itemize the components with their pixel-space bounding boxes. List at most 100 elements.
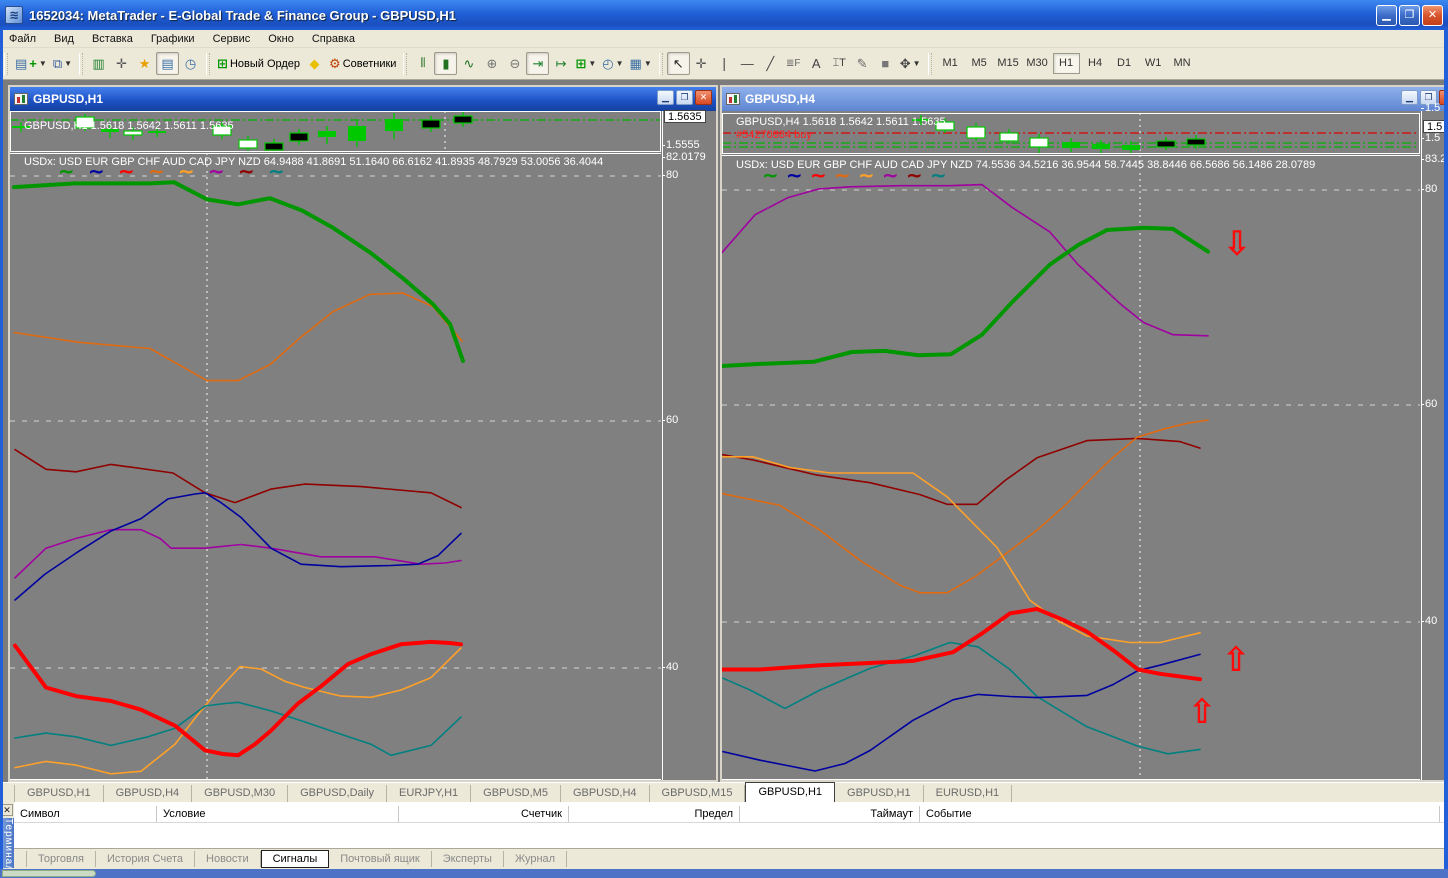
chart-minimize-button[interactable]: ▁ [1401,90,1418,105]
menu-item-4[interactable]: Графики [142,31,204,47]
data-window-button[interactable]: ✛ [110,52,133,75]
timeframe-button-d1[interactable]: D1 [1111,53,1138,74]
menu-item-2[interactable]: Вид [45,31,83,47]
chart-tab-2[interactable]: GBPUSD,H4 [104,785,193,802]
new-chart-button[interactable]: ▤+▼ [12,52,50,75]
chart-tab-3[interactable]: GBPUSD,M30 [192,785,288,802]
title-bar[interactable]: ≋ 1652034: MetaTrader - E-Global Trade &… [0,0,1448,30]
navigator-button[interactable]: ★ [133,52,156,75]
arrows-button[interactable]: ✥▼ [897,52,924,75]
menu-item-6[interactable]: Окно [259,31,303,47]
chart-title-bar[interactable]: GBPUSD,H1 ▁ ❐ ✕ [10,87,716,111]
scale-tick: 80 [666,169,678,182]
strategy-tester-button[interactable]: ◷ [179,52,202,75]
terminal-panel-button[interactable]: ▤ [156,52,179,75]
ohlc-readout: GBPUSD,H4 1.5618 1.5642 1.5611 1.5635 [736,116,946,128]
chart-title-bar[interactable]: GBPUSD,H4 ▁ ❐ ✕ [722,87,1448,111]
chart-tab-4[interactable]: GBPUSD,Daily [288,785,387,802]
menu-item-7[interactable]: Справка [303,31,364,47]
terminal-column-6[interactable]: Событие [920,806,1440,822]
terminal-tab-5[interactable]: Почтовый ящик [329,851,431,867]
indicator-plot[interactable]: ∼∼∼∼∼∼∼∼⇩⇧⇧ [722,155,1420,780]
metaeditor-button[interactable]: ◆ [303,52,326,75]
new-order-button[interactable]: ⊞Новый Ордер [214,52,303,75]
expert-advisors-button[interactable]: ⚙Советники [326,52,399,75]
timeframe-button-h1[interactable]: H1 [1053,53,1080,74]
window-frame-right [1444,30,1448,870]
terminal-tab-2[interactable]: История Счета [96,851,195,867]
chart-shift-button[interactable]: ↦ [549,52,572,75]
signal-arrow-down: ⇩ [1223,225,1252,263]
terminal-column-4[interactable]: Предел [569,806,740,822]
window-frame-left [0,30,3,870]
candlestick-chart-button[interactable]: ▮ [434,52,457,75]
line-chart-button[interactable]: ∿ [457,52,480,75]
metatrader-window: ≋ 1652034: MetaTrader - E-Global Trade &… [0,0,1448,878]
taskbar-button[interactable] [2,870,96,877]
zoom-out-button[interactable]: ⊖ [503,52,526,75]
indicators-button[interactable]: ⊞▼ [572,52,599,75]
usdx-indicator-readout: USDx: USD EUR GBP CHF AUD CAD JPY NZD 74… [736,159,1315,171]
periods-button[interactable]: ◴▼ [599,52,626,75]
chart-profiles-button[interactable]: ⧉▼ [50,52,75,75]
maximize-button[interactable]: ❐ [1399,5,1420,26]
trendline-button[interactable]: ╱ [759,52,782,75]
timeframe-button-mn[interactable]: MN [1169,53,1196,74]
chart-close-button[interactable]: ✕ [695,90,712,105]
terminal-column-3[interactable]: Счетчик [399,806,569,822]
terminal-tab-7[interactable]: Журнал [504,851,567,867]
bar-chart-button[interactable]: ⫼ [411,52,434,75]
minimize-button[interactable]: ▁ [1376,5,1397,26]
terminal-column-5[interactable]: Таймаут [740,806,920,822]
cursor-button[interactable]: ↖ [667,52,690,75]
menu-item-1[interactable]: Файл [0,31,45,47]
crosshair-button[interactable]: ✛ [690,52,713,75]
chart-tab-7[interactable]: GBPUSD,H4 [561,785,650,802]
menu-bar: ФайлВидВставкаГрафикиСервисОкноСправка [0,30,1448,48]
timeframe-button-m1[interactable]: M1 [937,53,964,74]
chart-tab-9[interactable]: GBPUSD,H1 [745,782,835,803]
indicator-plot[interactable]: ∼∼∼∼∼∼∼∼ [10,153,661,780]
taskbar-sliver [0,869,1448,878]
draw-tool-button[interactable]: ✎ [851,52,874,75]
mdi-area: GBPUSD,H1 ▁ ❐ ✕ ∼∼∼∼∼∼∼∼ GBPUSD,H1 1.561… [0,80,1448,782]
terminal-column-2[interactable]: Условие [157,806,399,822]
timeframe-button-h4[interactable]: H4 [1082,53,1109,74]
chart-tab-11[interactable]: EURUSD,H1 [924,785,1013,802]
chart-tab-8[interactable]: GBPUSD,M15 [650,785,746,802]
terminal-column-1[interactable]: Символ [14,806,157,822]
vertical-line-button[interactable]: ❘ [713,52,736,75]
menu-item-5[interactable]: Сервис [204,31,260,47]
chart-tab-1[interactable]: GBPUSD,H1 [14,785,104,802]
order-line-label: #54270884 buy [736,129,812,141]
timeframe-button-w1[interactable]: W1 [1140,53,1167,74]
scale-tick: 1.5 [1425,132,1440,145]
menu-item-3[interactable]: Вставка [83,31,142,47]
auto-scroll-button[interactable]: ⇥ [526,52,549,75]
terminal-tab-1[interactable]: Торговля [26,851,96,867]
timeframe-button-m15[interactable]: M15 [995,53,1022,74]
scale-tick: 1.5 [1425,102,1440,115]
terminal-tab-bar: ТорговляИстория СчетаНовостиСигналыПочто… [0,848,1448,869]
fibonacci-button[interactable]: ≣F [782,52,805,75]
horizontal-line-button[interactable]: ― [736,52,759,75]
terminal-tab-6[interactable]: Эксперты [432,851,504,867]
text-label-button[interactable]: ⌶T [828,52,851,75]
chart-window-gbpusd-h4: GBPUSD,H4 ▁ ❐ ✕ ∼∼∼∼∼∼∼∼⇩⇧⇧ GBPUSD,H4 1.… [720,85,1448,782]
timeframe-button-m5[interactable]: M5 [966,53,993,74]
zoom-in-button[interactable]: ⊕ [480,52,503,75]
signal-arrow-up: ⇧ [1188,693,1217,731]
market-watch-button[interactable]: ▥ [87,52,110,75]
chart-tab-10[interactable]: GBPUSD,H1 [835,785,924,802]
terminal-tab-4[interactable]: Сигналы [261,850,330,868]
chart-minimize-button[interactable]: ▁ [657,90,674,105]
shapes-button[interactable]: ■ [874,52,897,75]
timeframe-button-m30[interactable]: M30 [1024,53,1051,74]
terminal-tab-3[interactable]: Новости [195,851,261,867]
chart-maximize-button[interactable]: ❐ [676,90,693,105]
text-button[interactable]: A [805,52,828,75]
chart-tab-5[interactable]: EURJPY,H1 [387,785,471,802]
close-button[interactable]: ✕ [1422,5,1443,26]
templates-button[interactable]: ▦▼ [627,52,655,75]
chart-tab-6[interactable]: GBPUSD,M5 [471,785,561,802]
